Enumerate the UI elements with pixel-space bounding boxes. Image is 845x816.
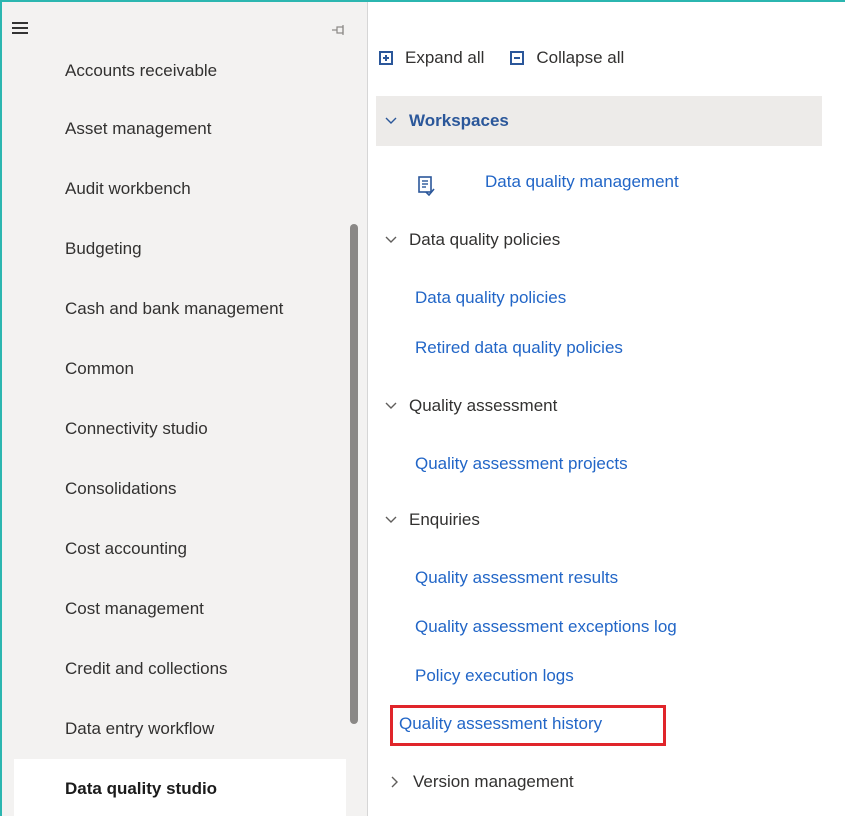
module-credit-and-collections[interactable]: Credit and collections [14,639,346,699]
pin-icon[interactable] [331,24,347,36]
link-data-quality-policies[interactable]: Data quality policies [415,288,566,308]
group-workspaces-header[interactable]: Workspaces [376,96,822,146]
hamburger-menu-icon[interactable] [12,22,28,34]
link-data-quality-management[interactable]: Data quality management [485,172,679,192]
module-connectivity-studio[interactable]: Connectivity studio [14,399,346,459]
modules-list: Accounts receivable Asset management Aud… [14,42,346,816]
expand-all-button[interactable]: Expand all [379,48,484,68]
group-enquiries-label: Enquiries [409,510,480,529]
module-common[interactable]: Common [14,339,346,399]
modules-pane: Accounts receivable Asset management Aud… [2,2,368,816]
link-retired-data-quality-policies[interactable]: Retired data quality policies [415,338,623,358]
chevron-down-icon [385,516,397,523]
module-asset-management[interactable]: Asset management [14,99,346,159]
link-policy-execution-logs[interactable]: Policy execution logs [415,666,574,686]
module-cash-and-bank-management[interactable]: Cash and bank management [14,279,346,339]
expand-all-icon [379,51,393,65]
workspace-icon [418,176,435,196]
module-content-pane: Expand all Collapse all Workspaces Data … [369,2,845,816]
collapse-all-label: Collapse all [536,48,625,67]
module-accounts-receivable[interactable]: Accounts receivable [14,42,346,99]
group-policies-header[interactable]: Data quality policies [385,230,560,250]
expand-all-label: Expand all [405,48,485,67]
module-data-quality-studio[interactable]: Data quality studio [14,759,346,816]
collapse-all-icon [510,51,525,65]
chevron-down-icon [385,402,397,409]
highlight-box [390,705,666,746]
module-data-entry-workflow[interactable]: Data entry workflow [14,699,346,759]
module-consolidations[interactable]: Consolidations [14,459,346,519]
collapse-all-button[interactable]: Collapse all [510,48,624,68]
module-audit-workbench[interactable]: Audit workbench [14,159,346,219]
chevron-right-icon [391,776,398,788]
group-version-management-label: Version management [413,772,574,791]
group-assessment-label: Quality assessment [409,396,558,415]
link-quality-assessment-results[interactable]: Quality assessment results [415,568,618,588]
toolbar: Expand all Collapse all [379,46,650,70]
module-budgeting[interactable]: Budgeting [14,219,346,279]
group-policies-label: Data quality policies [409,230,561,249]
group-workspaces-label: Workspaces [409,111,509,130]
group-enquiries-header[interactable]: Enquiries [385,510,480,530]
group-version-management-header[interactable]: Version management [391,772,574,792]
module-cost-accounting[interactable]: Cost accounting [14,519,346,579]
chevron-down-icon [385,236,397,243]
group-assessment-header[interactable]: Quality assessment [385,396,557,416]
module-cost-management[interactable]: Cost management [14,579,346,639]
modules-scrollbar[interactable] [350,224,358,724]
chevron-down-icon [385,117,397,124]
app-frame: Accounts receivable Asset management Aud… [0,0,845,816]
link-quality-assessment-projects[interactable]: Quality assessment projects [415,454,628,474]
link-quality-assessment-exceptions-log[interactable]: Quality assessment exceptions log [415,617,677,637]
